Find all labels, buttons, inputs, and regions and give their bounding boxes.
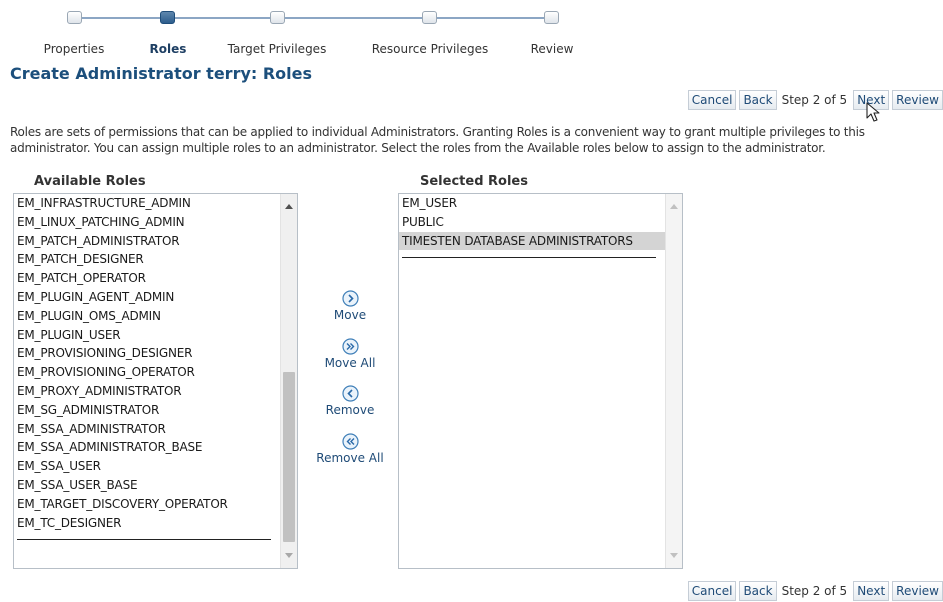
- mouse-pointer-icon: [866, 102, 880, 122]
- top-navigation-bar: Cancel Back Step 2 of 5 Next Review: [685, 89, 943, 111]
- available-roles-items: EM_INFRASTRUCTURE_ADMIN EM_LINUX_PATCHING…: [14, 194, 280, 541]
- review-button[interactable]: Review: [892, 581, 943, 601]
- list-item[interactable]: PUBLIC: [399, 213, 665, 232]
- list-item[interactable]: EM_SSA_USER_BASE: [14, 476, 280, 495]
- train-stop-target-privileges: [270, 11, 285, 24]
- list-item[interactable]: EM_PATCH_DESIGNER: [14, 250, 280, 269]
- list-item[interactable]: EM_PROVISIONING_OPERATOR: [14, 363, 280, 382]
- move-all-label: Move All: [324, 356, 376, 370]
- scroll-up-icon: [670, 204, 678, 209]
- move-button[interactable]: Move: [312, 290, 388, 322]
- back-button[interactable]: Back: [739, 581, 777, 601]
- train-connector: [430, 17, 550, 19]
- list-item[interactable]: EM_PROVISIONING_DESIGNER: [14, 344, 280, 363]
- list-item[interactable]: EM_LINUX_PATCHING_ADMIN: [14, 213, 280, 232]
- list-separator: [402, 251, 656, 259]
- double-chevron-left-circle-icon: [341, 433, 359, 450]
- move-all-button[interactable]: Move All: [312, 338, 388, 370]
- scroll-down-icon[interactable]: [285, 553, 293, 558]
- selected-roles-scrollbar: [665, 194, 682, 568]
- scroll-up-icon[interactable]: [285, 204, 293, 209]
- available-roles-header: Available Roles: [34, 174, 146, 189]
- train-stop-review: [544, 11, 559, 24]
- list-item[interactable]: EM_TC_DESIGNER: [14, 514, 280, 533]
- train-stop-roles: [160, 11, 175, 24]
- list-item[interactable]: EM_TARGET_DISCOVERY_OPERATOR: [14, 495, 280, 514]
- available-roles-scrollbar[interactable]: [280, 194, 297, 568]
- double-chevron-right-circle-icon: [341, 338, 359, 355]
- train-label-review: Review: [530, 42, 574, 56]
- selected-roles-header: Selected Roles: [420, 174, 528, 189]
- list-item[interactable]: EM_PATCH_ADMINISTRATOR: [14, 232, 280, 251]
- remove-all-button[interactable]: Remove All: [312, 433, 388, 465]
- list-item[interactable]: EM_SG_ADMINISTRATOR: [14, 401, 280, 420]
- selected-roles-list[interactable]: EM_USER PUBLIC TIMESTEN DATABASE ADMINISTR…: [398, 193, 683, 569]
- chevron-right-circle-icon: [341, 290, 359, 307]
- remove-label: Remove: [325, 403, 375, 417]
- back-button[interactable]: Back: [739, 90, 777, 110]
- page-title: Create Administrator terry: Roles: [10, 64, 313, 83]
- scrollbar-thumb[interactable]: [283, 372, 295, 542]
- list-item[interactable]: EM_PLUGIN_AGENT_ADMIN: [14, 288, 280, 307]
- list-item[interactable]: EM_SSA_ADMINISTRATOR_BASE: [14, 438, 280, 457]
- bottom-navigation-bar: Cancel Back Step 2 of 5 Next Review: [685, 580, 943, 602]
- train-label-roles: Roles: [149, 42, 187, 56]
- train-connector: [277, 17, 430, 19]
- train-label-target-privileges: Target Privileges: [227, 42, 327, 56]
- remove-button[interactable]: Remove: [312, 385, 388, 417]
- train-connector: [175, 17, 277, 19]
- review-button[interactable]: Review: [892, 90, 943, 110]
- list-item[interactable]: TIMESTEN DATABASE ADMINISTRATORS: [399, 231, 665, 251]
- train-label-properties[interactable]: Properties: [44, 42, 105, 56]
- list-item[interactable]: EM_INFRASTRUCTURE_ADMIN: [14, 194, 280, 213]
- list-item[interactable]: EM_SSA_USER: [14, 457, 280, 476]
- move-label: Move: [333, 308, 367, 322]
- list-item[interactable]: EM_USER: [399, 194, 665, 213]
- cancel-button[interactable]: Cancel: [687, 581, 737, 601]
- train-label-resource-privileges: Resource Privileges: [371, 42, 489, 56]
- train-stop-resource-privileges: [422, 11, 437, 24]
- list-separator: [17, 533, 271, 541]
- list-item[interactable]: EM_PLUGIN_OMS_ADMIN: [14, 307, 280, 326]
- list-item[interactable]: EM_PLUGIN_USER: [14, 326, 280, 345]
- cancel-button[interactable]: Cancel: [687, 90, 737, 110]
- page-description: Roles are sets of permissions that can b…: [10, 125, 865, 155]
- step-indicator: Step 2 of 5: [781, 584, 848, 598]
- list-item[interactable]: EM_PATCH_OPERATOR: [14, 269, 280, 288]
- step-indicator: Step 2 of 5: [781, 93, 848, 107]
- train-stop-properties[interactable]: [67, 11, 82, 24]
- chevron-left-circle-icon: [341, 385, 359, 402]
- list-item[interactable]: EM_PROXY_ADMINISTRATOR: [14, 382, 280, 401]
- wizard-train: Properties Roles Target Privileges Resou…: [0, 0, 600, 62]
- scroll-down-icon: [670, 553, 678, 558]
- selected-roles-items: EM_USER PUBLIC TIMESTEN DATABASE ADMINISTR…: [399, 194, 665, 259]
- next-button[interactable]: Next: [853, 581, 890, 601]
- list-item[interactable]: EM_SSA_ADMINISTRATOR: [14, 420, 280, 439]
- remove-all-label: Remove All: [316, 451, 384, 465]
- available-roles-list[interactable]: EM_INFRASTRUCTURE_ADMIN EM_LINUX_PATCHING…: [13, 193, 298, 569]
